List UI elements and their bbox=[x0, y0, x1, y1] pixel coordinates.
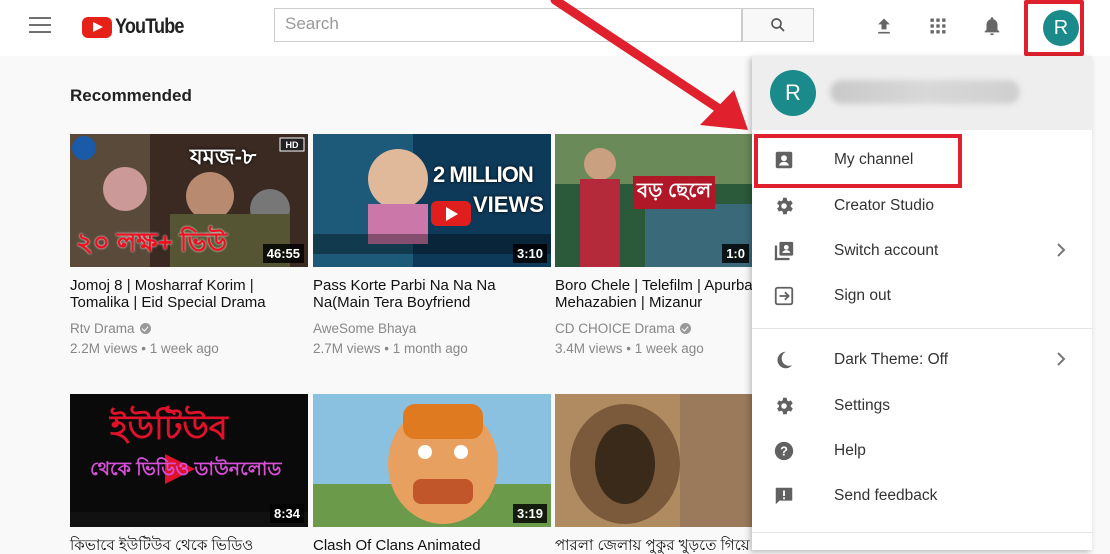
menu-icon[interactable] bbox=[29, 17, 51, 35]
search-icon bbox=[771, 18, 785, 32]
switch-account-icon bbox=[772, 239, 796, 263]
menu-divider bbox=[752, 328, 1092, 329]
thumbnail-caption: থেকে ভিডিও ডাউনলোড bbox=[90, 459, 282, 480]
youtube-logo[interactable]: YouTube bbox=[82, 12, 195, 42]
menu-avatar[interactable]: R bbox=[770, 70, 816, 116]
svg-text:HD: HD bbox=[286, 140, 299, 150]
video-card[interactable]: ইউটিউব থেকে ভিডিও ডাউনলোড 8:34 কিভাবে ইউ… bbox=[70, 394, 310, 554]
menu-item-sign-out[interactable]: Sign out bbox=[752, 274, 1092, 318]
thumbnail-caption: যমজ-৮ bbox=[190, 144, 257, 169]
menu-item-help[interactable]: ? Help bbox=[752, 429, 1092, 473]
channel-name[interactable]: CD CHOICE Drama bbox=[555, 321, 675, 336]
video-title[interactable]: Pass Korte Parbi Na Na Na Na(Main Tera B… bbox=[313, 277, 553, 311]
video-thumbnail[interactable]: ইউটিউব থেকে ভিডিও ডাউনলোড 8:34 bbox=[70, 394, 308, 527]
top-bar: YouTube R bbox=[0, 0, 1110, 56]
menu-item-dark-theme[interactable]: Dark Theme: Off bbox=[752, 338, 1092, 382]
video-title[interactable]: Jomoj 8 | Mosharraf Korim | Tomalika | E… bbox=[70, 277, 310, 311]
account-button-highlight[interactable]: R bbox=[1024, 0, 1084, 56]
svg-text:?: ? bbox=[780, 444, 788, 459]
video-thumbnail[interactable] bbox=[555, 394, 753, 527]
channel-name[interactable]: AweSome Bhaya bbox=[313, 321, 416, 336]
menu-item-label: Creator Studio bbox=[834, 197, 934, 214]
video-duration: 1:0 bbox=[722, 244, 749, 263]
verified-icon bbox=[139, 323, 151, 334]
video-thumbnail[interactable]: HD যমজ-৮ ২০ লক্ষ+ ভিউ 46:55 bbox=[70, 134, 308, 267]
video-meta: 2.2M views • 1 week ago bbox=[70, 341, 219, 356]
my-channel-highlight-box bbox=[754, 134, 962, 188]
chevron-right-icon bbox=[1054, 241, 1068, 264]
notifications-bell-icon[interactable] bbox=[980, 14, 1004, 38]
account-menu: R My channel Creator Studio Switch accou… bbox=[752, 56, 1092, 550]
search-field[interactable] bbox=[274, 8, 742, 42]
menu-item-label: Help bbox=[834, 442, 866, 459]
menu-item-send-feedback[interactable]: Send feedback bbox=[752, 474, 1092, 518]
menu-item-label: Send feedback bbox=[834, 487, 938, 504]
search-input[interactable] bbox=[275, 9, 735, 39]
upload-icon[interactable] bbox=[872, 14, 896, 38]
video-duration: 3:19 bbox=[512, 504, 547, 523]
avatar[interactable]: R bbox=[1043, 10, 1079, 46]
thumbnail-caption: ইউটিউব bbox=[110, 409, 228, 447]
video-card[interactable]: HD যমজ-৮ ২০ লক্ষ+ ভিউ 46:55 Jomoj 8 | Mo… bbox=[70, 134, 310, 356]
logo-text: YouTube bbox=[115, 15, 184, 38]
thumbnail-caption: VIEWS bbox=[473, 192, 544, 217]
menu-item-label: Dark Theme: Off bbox=[834, 351, 948, 368]
channel-name[interactable]: Rtv Drama bbox=[70, 321, 135, 336]
help-icon: ? bbox=[772, 439, 796, 463]
video-title[interactable]: Clash Of Clans Animated bbox=[313, 537, 553, 554]
video-card[interactable]: 2 MILLION VIEWS 3:10 Pass Korte Parbi Na… bbox=[313, 134, 553, 356]
account-header: R bbox=[752, 56, 1092, 130]
video-title[interactable]: কিভাবে ইউটিউব থেকে ভিডিও bbox=[70, 537, 310, 554]
apps-grid-icon[interactable] bbox=[926, 14, 950, 38]
video-duration: 3:10 bbox=[512, 244, 547, 263]
search-button[interactable] bbox=[742, 8, 814, 42]
gear-icon bbox=[772, 194, 796, 218]
channel-row: Rtv Drama bbox=[70, 321, 310, 336]
video-meta: 2.7M views • 1 month ago bbox=[313, 341, 468, 356]
feedback-icon bbox=[772, 484, 796, 508]
video-duration: 8:34 bbox=[269, 504, 304, 523]
thumbnail-caption: ২০ লক্ষ+ ভিউ bbox=[76, 227, 227, 257]
video-thumbnail[interactable]: 3:19 bbox=[313, 394, 551, 527]
menu-divider bbox=[752, 532, 1092, 533]
channel-row: AweSome Bhaya bbox=[313, 321, 553, 336]
gear-icon bbox=[772, 394, 796, 418]
section-title: Recommended bbox=[70, 86, 192, 105]
video-thumbnail[interactable]: 2 MILLION VIEWS 3:10 bbox=[313, 134, 551, 267]
video-duration: 46:55 bbox=[262, 244, 304, 263]
menu-item-creator-studio[interactable]: Creator Studio bbox=[752, 184, 1092, 228]
video-thumbnail[interactable]: বড় ছেলে 1:0 bbox=[555, 134, 753, 267]
youtube-play-icon bbox=[82, 16, 112, 38]
verified-icon bbox=[680, 323, 692, 334]
menu-item-label: Settings bbox=[834, 397, 891, 414]
chevron-right-icon bbox=[1054, 350, 1068, 373]
moon-icon bbox=[772, 348, 796, 372]
thumbnail-caption: বড় ছেলে bbox=[633, 176, 716, 209]
menu-item-label: Sign out bbox=[834, 287, 891, 304]
thumbnail-caption: 2 MILLION bbox=[433, 162, 534, 187]
menu-item-switch-account[interactable]: Switch account bbox=[752, 229, 1092, 273]
menu-item-settings[interactable]: Settings bbox=[752, 384, 1092, 428]
sign-out-icon bbox=[772, 284, 796, 308]
menu-item-label: Switch account bbox=[834, 242, 939, 259]
account-name-redacted bbox=[830, 80, 1020, 104]
video-card[interactable]: 3:19 Clash Of Clans Animated bbox=[313, 394, 553, 554]
